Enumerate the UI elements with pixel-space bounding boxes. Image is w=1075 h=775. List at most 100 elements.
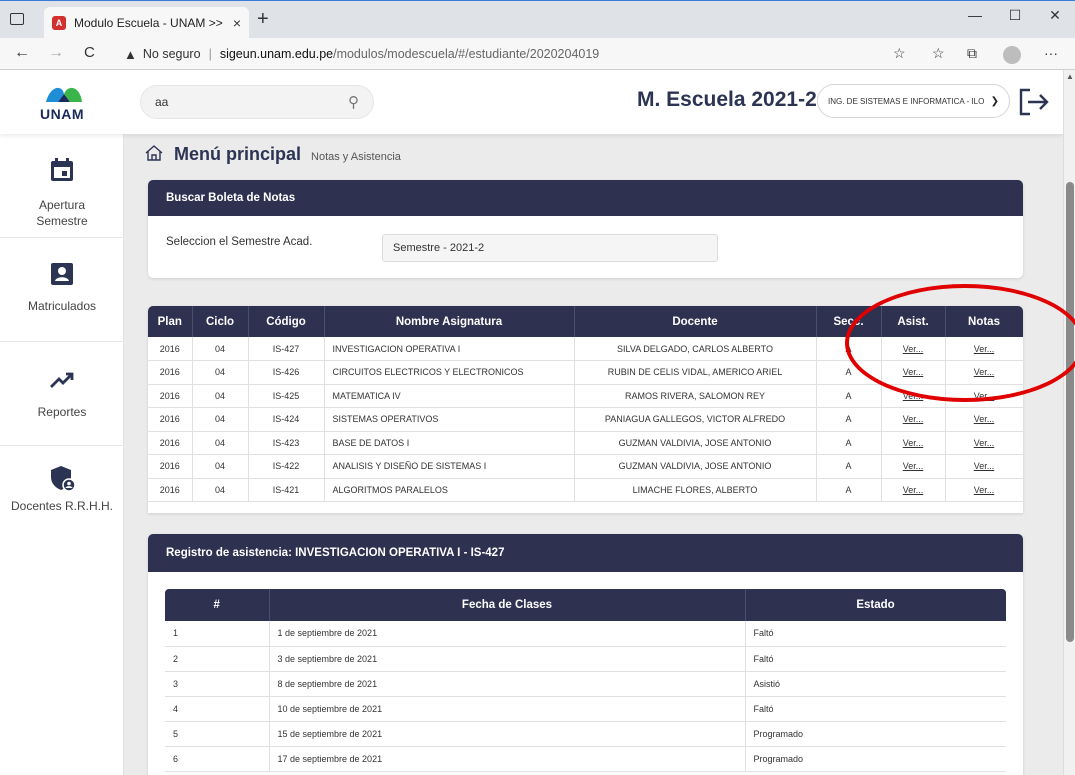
cell-number: 3 xyxy=(165,671,270,697)
boleta-card: Buscar Boleta de Notas Seleccion el Seme… xyxy=(148,180,1023,278)
cell-ciclo: 04 xyxy=(192,360,249,385)
asistencia-link[interactable]: Ver... xyxy=(903,344,924,354)
window-controls: — ☐ ✕ xyxy=(955,1,1075,31)
cell-asist: Ver... xyxy=(881,454,946,479)
cell-docente: GUZMAN VALDIVIA, JOSE ANTONIO xyxy=(574,431,817,455)
page-scrollbar[interactable]: ▲ xyxy=(1063,70,1075,775)
cell-codigo: IS-423 xyxy=(248,431,325,455)
security-label: No seguro xyxy=(142,47,201,61)
sidebar-label-apertura: Apertura Semestre xyxy=(36,198,88,228)
table-row: 2016 04 IS-427 INVESTIGACION OPERATIVA I SIL… xyxy=(148,337,1023,361)
cell-fecha: 10 de septiembre de 2021 xyxy=(269,696,746,722)
breadcrumb: Menú principal Notas y Asistencia xyxy=(144,142,401,165)
favorites-icon[interactable]: ☆ xyxy=(932,45,945,62)
attendance-table-body: 11 de septiembre de 2021 Faltó 2 3 de septi… xyxy=(165,621,1006,772)
search-icon[interactable]: ⚲ xyxy=(348,93,359,111)
forward-icon[interactable]: → xyxy=(48,44,64,62)
minimize-button[interactable]: — xyxy=(955,1,995,31)
notas-link[interactable]: Ver... xyxy=(974,414,995,424)
cell-plan: 2016 xyxy=(148,384,193,408)
asistencia-link[interactable]: Ver... xyxy=(903,485,924,495)
collections-icon[interactable]: ⧉ xyxy=(967,45,977,62)
cell-docente: RUBIN DE CELIS VIDAL, AMERICO ARIEL xyxy=(574,360,817,385)
cell-plan: 2016 xyxy=(148,407,193,432)
table-row: 2016 04 IS-424 SISTEMAS OPERATIVOS PANIAGUA … xyxy=(148,407,1023,432)
notas-link[interactable]: Ver... xyxy=(974,344,995,354)
column-header: Plan xyxy=(148,306,193,337)
sidebar-label-reportes: Reportes xyxy=(37,405,87,419)
cell-estado: Programado xyxy=(745,721,1006,747)
sidebar-item-docentes[interactable]: Docentes R.R.H.H. xyxy=(0,446,124,550)
profile-avatar[interactable] xyxy=(1003,46,1021,64)
cell-asist: Ver... xyxy=(881,360,946,385)
search-input[interactable]: aa ⚲ xyxy=(140,85,374,119)
sidebar-item-matriculados[interactable]: Matriculados xyxy=(0,238,124,342)
url-field[interactable]: ▲ No seguro | sigeun.unam.edu.pe /modulo… xyxy=(124,42,884,66)
breadcrumb-subtitle: Notas y Asistencia xyxy=(311,151,401,163)
boleta-card-header: Buscar Boleta de Notas xyxy=(148,180,1023,216)
cell-secc: A xyxy=(816,337,882,361)
cell-docente: GUZMAN VALDIVIA, JOSE ANTONIO xyxy=(574,454,817,479)
column-header: Estado xyxy=(745,589,1006,621)
notas-link[interactable]: Ver... xyxy=(974,391,995,401)
sidebar-label-matriculados: Matriculados xyxy=(27,299,97,313)
cell-nombre: CIRCUITOS ELECTRICOS Y ELECTRONICOS xyxy=(324,360,575,385)
table-row: 11 de septiembre de 2021 Faltó xyxy=(165,621,1006,647)
school-select[interactable]: ING. DE SISTEMAS E INFORMATICA - ILO ❯ xyxy=(817,84,1010,118)
notas-link[interactable]: Ver... xyxy=(974,485,995,495)
column-header: Docente xyxy=(574,306,817,337)
tab-actions-icon[interactable] xyxy=(10,13,24,25)
settings-menu-icon[interactable]: ··· xyxy=(1044,45,1058,61)
asistencia-link[interactable]: Ver... xyxy=(903,391,924,401)
cell-fecha: 17 de septiembre de 2021 xyxy=(269,746,746,772)
semester-field[interactable]: Semestre - 2021-2 xyxy=(382,234,718,262)
close-window-button[interactable]: ✕ xyxy=(1035,1,1075,31)
cell-secc: A xyxy=(816,407,882,432)
new-tab-button[interactable]: + xyxy=(257,9,269,29)
cell-fecha: 8 de septiembre de 2021 xyxy=(269,671,746,697)
browser-tab[interactable]: A Modulo Escuela - UNAM >> × xyxy=(44,7,249,39)
cell-plan: 2016 xyxy=(148,360,193,385)
notas-link[interactable]: Ver... xyxy=(974,367,995,377)
table-row: 4 10 de septiembre de 2021 Faltó xyxy=(165,696,1006,722)
back-icon[interactable]: ← xyxy=(14,44,30,62)
cell-docente: LIMACHE FLORES, ALBERTO xyxy=(574,478,817,502)
asistencia-link[interactable]: Ver... xyxy=(903,414,924,424)
asistencia-link[interactable]: Ver... xyxy=(903,367,924,377)
cell-estado: Faltó xyxy=(745,621,1006,647)
sidebar: Apertura Semestre Matriculados Reportes xyxy=(0,134,124,775)
table-row: 38 de septiembre de 2021 Asistió xyxy=(165,671,1006,697)
cell-codigo: IS-425 xyxy=(248,384,325,408)
courses-table-card: Plan Ciclo Código Nombre Asignatura Docente S… xyxy=(148,306,1023,513)
cell-secc: A xyxy=(816,431,882,455)
cell-plan: 2016 xyxy=(148,454,193,479)
sidebar-item-reportes[interactable]: Reportes xyxy=(0,342,124,446)
asistencia-link[interactable]: Ver... xyxy=(903,438,924,448)
cell-notas: Ver... xyxy=(945,384,1023,408)
reload-icon[interactable]: C xyxy=(84,44,95,61)
calendar-icon xyxy=(51,158,73,181)
cell-estado: Programado xyxy=(745,746,1006,772)
cell-docente: SILVA DELGADO, CARLOS ALBERTO xyxy=(574,337,817,361)
cell-plan: 2016 xyxy=(148,431,193,455)
cell-notas: Ver... xyxy=(945,360,1023,385)
logout-icon[interactable] xyxy=(1018,87,1050,117)
cell-asist: Ver... xyxy=(881,431,946,455)
attendance-table-wrap: # Fecha de Clases Estado 11 de septiembre … xyxy=(165,589,1006,772)
scrollbar-thumb[interactable] xyxy=(1066,182,1074,642)
read-aloud-icon[interactable]: ☆ xyxy=(893,45,906,62)
notas-link[interactable]: Ver... xyxy=(974,461,995,471)
sidebar-item-apertura[interactable]: Apertura Semestre xyxy=(0,134,124,238)
column-header: Ciclo xyxy=(192,306,249,337)
cell-nombre: ANALISIS Y DISEÑO DE SISTEMAS I xyxy=(324,454,575,479)
home-icon[interactable] xyxy=(144,144,164,162)
maximize-button[interactable]: ☐ xyxy=(995,1,1035,31)
notas-link[interactable]: Ver... xyxy=(974,438,995,448)
scroll-up-arrow-icon[interactable]: ▲ xyxy=(1066,72,1074,81)
cell-estado: Faltó xyxy=(745,646,1006,672)
table-row: 2016 04 IS-423 BASE DE DATOS I GUZMAN VALDIV… xyxy=(148,431,1023,455)
column-header: Secc. xyxy=(816,306,882,337)
asistencia-link[interactable]: Ver... xyxy=(903,461,924,471)
tab-close-icon[interactable]: × xyxy=(233,15,241,31)
cell-secc: A xyxy=(816,478,882,502)
